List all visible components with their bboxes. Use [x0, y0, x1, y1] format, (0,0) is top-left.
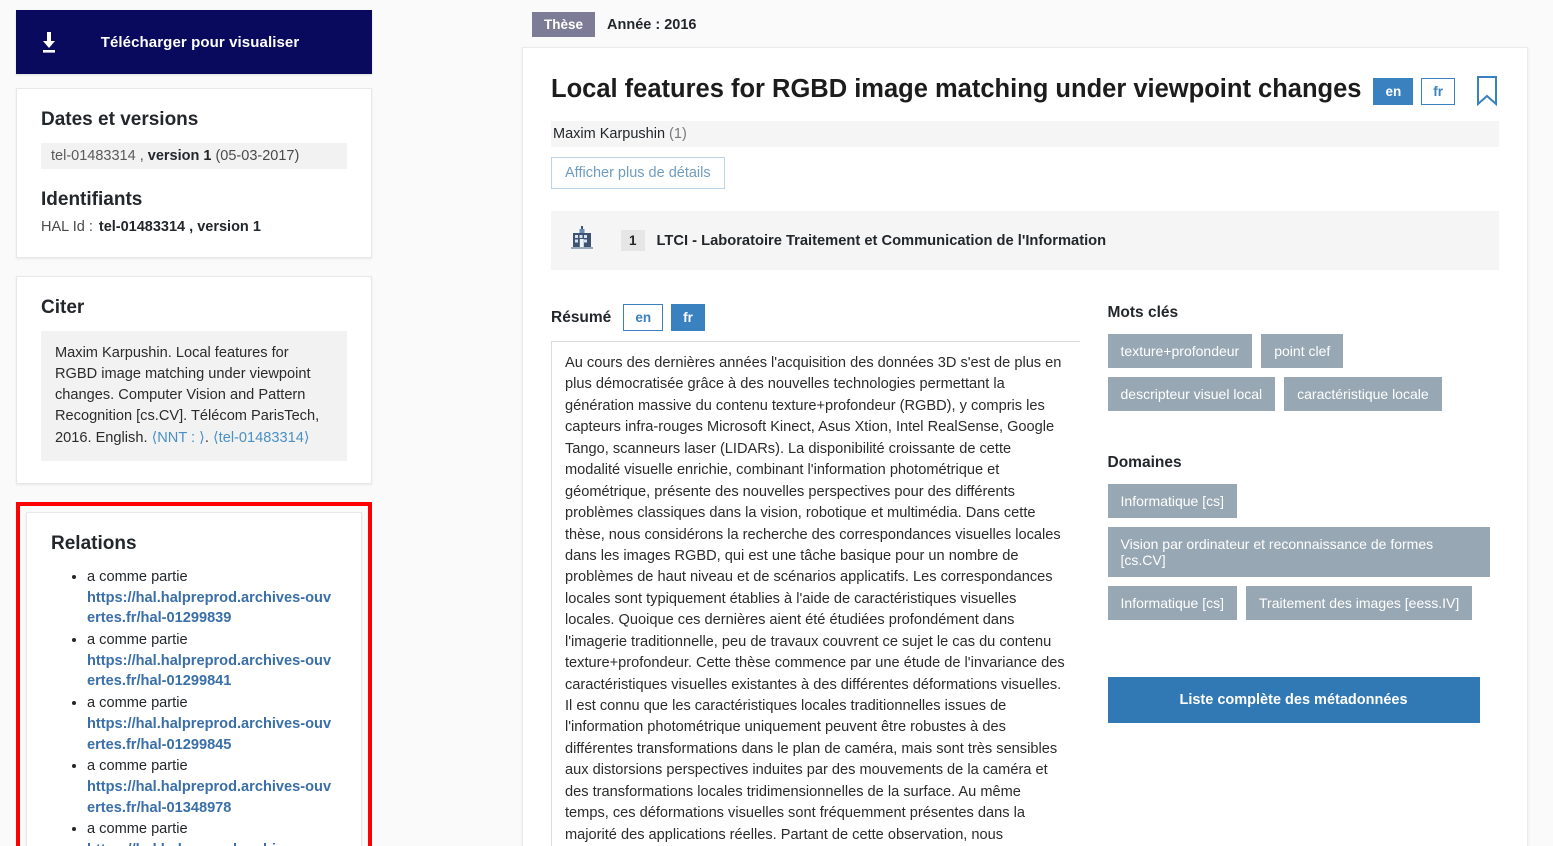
- citation-hal-link[interactable]: ⟨tel-01483314⟩: [213, 430, 310, 446]
- page-root: Télécharger pour visualiser Dates et ver…: [0, 0, 1553, 846]
- identifiers-title: Identifiants: [41, 189, 143, 210]
- page-title: Local features for RGBD image matching u…: [551, 75, 1362, 103]
- relation-link[interactable]: https://hal.halpreprod.archives-ouvertes…: [87, 840, 337, 846]
- relation-label: a comme partie: [87, 758, 188, 775]
- dates-versions-card: Dates et versions tel-01483314 , version…: [16, 88, 372, 258]
- document-meta-bar: Thèse Année : 2016: [522, 0, 1532, 47]
- abstract-header: Résumé en fr: [551, 304, 1080, 331]
- institution-icon: [569, 225, 595, 256]
- author-link[interactable]: Maxim Karpushin: [553, 126, 665, 142]
- domain-chip[interactable]: Informatique [cs]: [1107, 484, 1238, 518]
- version-row: tel-01483314 , version 1 (05-03-2017): [41, 143, 347, 169]
- title-row: Local features for RGBD image matching u…: [551, 74, 1499, 111]
- tab-abstract-lang-en[interactable]: en: [623, 304, 664, 331]
- list-item: a comme partie https://hal.halpreprod.ar…: [87, 819, 337, 846]
- relation-link[interactable]: https://hal.halpreprod.archives-ouvertes…: [87, 714, 337, 755]
- author-affiliation-marker: (1): [669, 126, 687, 142]
- relation-link[interactable]: https://hal.halpreprod.archives-ouvertes…: [87, 777, 337, 818]
- list-item: a comme partie https://hal.halpreprod.ar…: [87, 630, 337, 692]
- relation-label: a comme partie: [87, 568, 188, 585]
- keyword-chip[interactable]: caractéristique locale: [1284, 377, 1442, 411]
- relation-link[interactable]: https://hal.halpreprod.archives-ouvertes…: [87, 651, 337, 692]
- abstract-title: Résumé: [551, 308, 612, 326]
- hal-id-row: HAL Id : tel-01483314 , version 1: [41, 219, 347, 235]
- document-card: Local features for RGBD image matching u…: [522, 47, 1528, 846]
- hal-id-label: HAL Id :: [41, 219, 93, 235]
- domain-chip[interactable]: Traitement des images [eess.IV]: [1246, 586, 1473, 620]
- version-separator: ,: [135, 148, 148, 164]
- full-metadata-button[interactable]: Liste complète des métadonnées: [1107, 677, 1480, 723]
- keyword-chip[interactable]: descripteur visuel local: [1107, 377, 1276, 411]
- keywords-chips: texture+profondeur point clef descripteu…: [1107, 334, 1499, 420]
- cite-title: Citer: [41, 297, 85, 318]
- authors-bar: Maxim Karpushin (1): [551, 121, 1499, 147]
- status-badge: Thèse: [532, 12, 596, 37]
- version-id: tel-01483314: [51, 148, 136, 164]
- relation-label: a comme partie: [87, 821, 188, 838]
- domains-title: Domaines: [1107, 454, 1182, 471]
- laboratory-name[interactable]: LTCI - Laboratoire Traitement et Communi…: [657, 233, 1107, 249]
- domain-chip[interactable]: Vision par ordinateur et reconnaissance …: [1107, 527, 1490, 577]
- relations-title: Relations: [51, 532, 137, 554]
- download-icon: [36, 31, 62, 53]
- laboratory-number: 1: [621, 230, 645, 251]
- citation-nnt-link[interactable]: ⟨NNT : ⟩: [152, 430, 205, 446]
- metadata-column: Mots clés texture+profondeur point clef …: [1107, 304, 1499, 846]
- sidebar: Télécharger pour visualiser Dates et ver…: [16, 10, 372, 846]
- bookmark-icon[interactable]: [1475, 74, 1499, 111]
- abstract-column: Résumé en fr Au cours des dernières anné…: [551, 304, 1080, 846]
- publication-year: Année : 2016: [607, 16, 697, 33]
- abstract-text: Au cours des dernières années l'acquisit…: [565, 355, 1065, 843]
- list-item: a comme partie https://hal.halpreprod.ar…: [87, 756, 337, 818]
- abstract-textbox: Au cours des dernières années l'acquisit…: [551, 341, 1080, 846]
- download-button-label: Télécharger pour visualiser: [100, 33, 300, 51]
- relation-link[interactable]: https://hal.halpreprod.archives-ouvertes…: [87, 588, 337, 629]
- keyword-chip[interactable]: texture+profondeur: [1107, 334, 1253, 368]
- relations-highlight-frame: Relations a comme partie https://hal.hal…: [16, 501, 372, 846]
- version-label: version 1: [147, 148, 212, 164]
- citation-mid: .: [204, 429, 213, 446]
- laboratory-row: 1 LTCI - Laboratoire Traitement et Commu…: [551, 211, 1499, 270]
- citation-text: Maxim Karpushin. Local features for RGBD…: [41, 331, 347, 461]
- tab-title-lang-en[interactable]: en: [1373, 78, 1414, 105]
- dates-versions-title: Dates et versions: [41, 109, 199, 130]
- content-columns: Résumé en fr Au cours des dernières anné…: [551, 304, 1499, 846]
- keywords-title: Mots clés: [1107, 304, 1179, 321]
- keyword-chip[interactable]: point clef: [1261, 334, 1344, 368]
- cite-card: Citer Maxim Karpushin. Local features fo…: [16, 276, 372, 484]
- download-button[interactable]: Télécharger pour visualiser: [16, 10, 372, 74]
- domains-chips: Informatique [cs] Vision par ordinateur …: [1107, 484, 1499, 629]
- relation-label: a comme partie: [87, 695, 188, 712]
- tab-title-lang-fr[interactable]: fr: [1421, 78, 1455, 105]
- relations-card: Relations a comme partie https://hal.hal…: [26, 511, 362, 846]
- tab-abstract-lang-fr[interactable]: fr: [671, 304, 705, 331]
- main-content: Thèse Année : 2016 Local features for RG…: [522, 0, 1532, 846]
- version-date: (05-03-2017): [211, 148, 300, 164]
- relation-label: a comme partie: [87, 631, 188, 648]
- list-item: a comme partie https://hal.halpreprod.ar…: [87, 567, 337, 629]
- title-language-toggle: en fr: [1373, 78, 1463, 105]
- hal-id-value: tel-01483314 , version 1: [98, 219, 261, 235]
- show-more-details-button[interactable]: Afficher plus de détails: [551, 157, 725, 189]
- relations-list: a comme partie https://hal.halpreprod.ar…: [51, 567, 337, 846]
- list-item: a comme partie https://hal.halpreprod.ar…: [87, 693, 337, 755]
- domain-chip[interactable]: Informatique [cs]: [1107, 586, 1238, 620]
